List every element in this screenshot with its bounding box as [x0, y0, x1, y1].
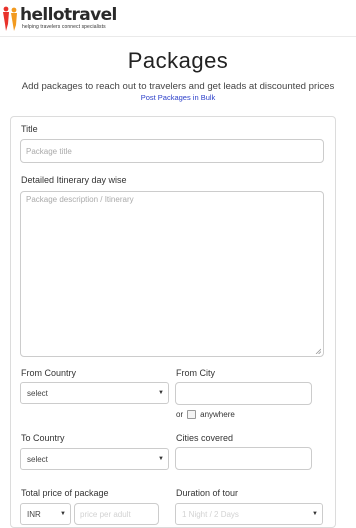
anywhere-checkbox[interactable] — [187, 410, 197, 419]
price-input[interactable]: price per adult — [74, 503, 159, 525]
duration-value: 1 Night / 2 Days — [182, 509, 239, 519]
post-packages-bulk-link[interactable]: Post Packages in Bulk — [0, 93, 356, 102]
package-form: Title Package title Detailed Itinerary d… — [10, 116, 336, 528]
title-label: Title — [21, 124, 38, 134]
duration-select[interactable]: 1 Night / 2 Days ▼ — [175, 503, 323, 525]
to-country-select[interactable]: select ▼ — [20, 448, 169, 470]
itinerary-label: Detailed Itinerary day wise — [21, 175, 127, 185]
travelers-logo-icon — [3, 6, 17, 31]
chevron-down-icon: ▼ — [158, 456, 164, 462]
to-country-label: To Country — [21, 433, 65, 443]
price-label: Total price of package — [21, 488, 109, 498]
from-country-label: From Country — [21, 368, 77, 378]
anywhere-label: anywhere — [200, 410, 235, 419]
cities-covered-label: Cities covered — [176, 433, 234, 443]
chevron-down-icon: ▼ — [158, 390, 164, 396]
cities-covered-input[interactable] — [175, 447, 312, 470]
title-input[interactable]: Package title — [20, 139, 324, 163]
from-city-input[interactable] — [175, 382, 312, 405]
anywhere-option: or anywhere — [176, 410, 235, 419]
itinerary-textarea[interactable]: Package description / Itinerary — [20, 191, 324, 357]
itinerary-placeholder: Package description / Itinerary — [26, 195, 134, 204]
title-placeholder: Package title — [26, 146, 72, 156]
resize-handle-icon[interactable] — [315, 348, 321, 354]
or-text: or — [176, 410, 184, 419]
price-placeholder: price per adult — [80, 509, 131, 519]
from-city-label: From City — [176, 368, 215, 378]
brand-tagline: helping travelers connect specialists — [22, 24, 106, 30]
currency-select[interactable]: INR ▼ — [20, 503, 71, 525]
brand-name: hellotravel — [20, 5, 117, 25]
to-country-value: select — [27, 454, 48, 464]
from-country-value: select — [27, 388, 48, 398]
page-subtitle: Add packages to reach out to travelers a… — [21, 81, 335, 92]
page-title: Packages — [127, 48, 229, 73]
hellotravel-logo[interactable]: hellotravel helping travelers connect sp… — [2, 2, 122, 32]
currency-value: INR — [27, 509, 41, 519]
top-bar: hellotravel helping travelers connect sp… — [0, 0, 356, 37]
duration-label: Duration of tour — [176, 488, 239, 498]
from-country-select[interactable]: select ▼ — [20, 382, 169, 404]
